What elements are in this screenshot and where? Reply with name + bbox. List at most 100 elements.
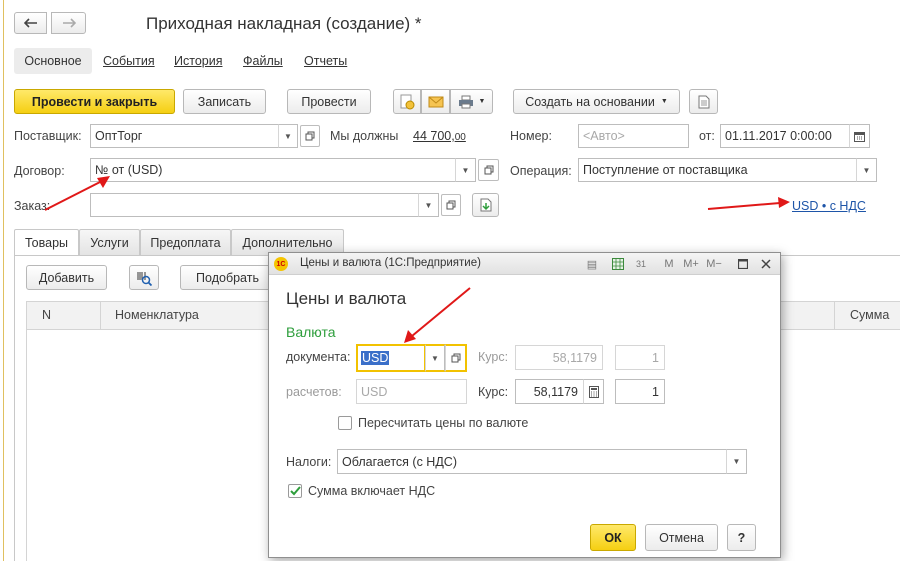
printer-icon: [458, 95, 473, 108]
recalc-prices-checkbox[interactable]: [338, 416, 352, 430]
order-open-button[interactable]: [441, 194, 461, 216]
memory-plus-icon[interactable]: M+: [683, 256, 699, 272]
print-preview-icon[interactable]: ▤: [584, 256, 600, 272]
column-header-sum[interactable]: Сумма: [850, 308, 889, 322]
calendar-icon[interactable]: 31: [633, 256, 649, 272]
fill-by-order-button[interactable]: [472, 193, 499, 217]
number-label: Номер:: [510, 129, 552, 143]
calendar-icon: [854, 131, 865, 142]
tab-goods[interactable]: Товары: [14, 229, 79, 256]
column-header-n[interactable]: N: [42, 308, 51, 322]
contract-open-button[interactable]: [478, 159, 499, 181]
supplier-open-button[interactable]: [300, 125, 320, 147]
taxes-field[interactable]: Облагается (с НДС): [337, 449, 727, 474]
search-barcode-button[interactable]: [129, 265, 159, 290]
create-based-on-button[interactable]: Создать на основании ▼: [513, 89, 680, 114]
operation-field[interactable]: Поступление от поставщика: [578, 158, 857, 182]
tab-prepayment-label: Предоплата: [150, 235, 221, 250]
currency-group-title: Валюта: [286, 324, 336, 340]
chevron-down-icon: ▼: [478, 98, 486, 105]
document-info-button[interactable]: [689, 89, 718, 114]
vat-included-checkbox[interactable]: [288, 484, 302, 498]
operation-label: Операция:: [510, 164, 572, 178]
save-button[interactable]: Записать: [183, 89, 266, 114]
dialog-window-title: Цены и валюта (1С:Предприятие): [300, 257, 481, 269]
forward-button[interactable]: [51, 12, 86, 34]
doc-multiplicity-field[interactable]: 1: [615, 345, 665, 370]
nav-tab-history[interactable]: История: [174, 54, 222, 68]
order-dropdown-button[interactable]: ▼: [418, 193, 439, 217]
tab-goods-label: Товары: [25, 236, 68, 250]
we-owe-label: Мы должны: [330, 129, 399, 143]
contract-field[interactable]: № от (USD): [90, 158, 456, 182]
calendar-button[interactable]: [849, 124, 870, 148]
doc-rate-field[interactable]: 58,1179: [515, 345, 603, 370]
supplier-dropdown-button[interactable]: ▼: [278, 124, 298, 148]
nav-tab-reports[interactable]: Отчеты: [304, 54, 347, 68]
doc-currency-field[interactable]: USD: [356, 344, 426, 372]
number-field[interactable]: <Авто>: [578, 124, 689, 148]
we-owe-amount-link[interactable]: 44 700,00: [413, 129, 466, 143]
settle-rate-calculator-button[interactable]: [583, 379, 604, 404]
document-clock-icon: [400, 94, 415, 109]
doc-currency-open-button[interactable]: [445, 344, 467, 372]
cancel-button[interactable]: Отмена: [645, 524, 718, 551]
contract-dropdown-button[interactable]: ▼: [455, 158, 476, 182]
dialog-header: Цены и валюта: [286, 289, 407, 308]
send-email-button[interactable]: [421, 89, 450, 114]
operation-dropdown-button[interactable]: ▼: [856, 158, 877, 182]
print-button[interactable]: ▼: [450, 89, 493, 114]
supplier-field[interactable]: ОптТорг: [90, 124, 279, 148]
column-divider: [834, 302, 835, 329]
column-header-nomenclature[interactable]: Номенклатура: [115, 308, 199, 322]
nav-tab-events[interactable]: События: [103, 54, 155, 68]
ok-button[interactable]: ОК: [590, 524, 636, 551]
dialog-titlebar: 1С Цены и валюта (1С:Предприятие) ▤ 31 M…: [269, 253, 780, 275]
maximize-icon[interactable]: [735, 256, 751, 272]
memory-minus-icon[interactable]: M−: [706, 256, 722, 272]
pick-items-button[interactable]: Подобрать: [180, 265, 275, 290]
back-button[interactable]: [14, 12, 47, 34]
date-field[interactable]: 01.11.2017 0:00:00: [720, 124, 850, 148]
settle-currency-field[interactable]: USD: [356, 379, 467, 404]
we-owe-amount: 44 700,: [413, 129, 455, 143]
doc-currency-value: USD: [361, 351, 390, 365]
post-button[interactable]: Провести: [287, 89, 371, 114]
doc-currency-dropdown-button[interactable]: ▼: [425, 344, 445, 372]
chevron-down-icon: ▼: [284, 131, 292, 141]
spreadsheet-icon[interactable]: [610, 256, 626, 272]
supplier-label: Поставщик:: [14, 129, 82, 143]
column-divider: [100, 302, 101, 329]
chevron-down-icon: ▼: [862, 165, 871, 175]
order-field[interactable]: [90, 193, 419, 217]
tab-prepayment[interactable]: Предоплата: [140, 229, 231, 255]
memory-m-icon[interactable]: M: [661, 256, 677, 272]
doc-rate-label: Курс:: [478, 350, 509, 364]
table-left-border: [26, 301, 27, 561]
doc-currency-label: документа:: [286, 350, 351, 364]
annotation-arrow-currency-link: [707, 197, 790, 210]
add-row-button[interactable]: Добавить: [26, 265, 107, 290]
nav-tab-main[interactable]: Основное: [14, 48, 92, 74]
open-window-icon: [484, 165, 493, 175]
help-button[interactable]: ?: [727, 524, 756, 551]
app-logo-icon: 1С: [274, 257, 288, 271]
vat-included-label: Сумма включает НДС: [308, 484, 436, 498]
nav-tab-files[interactable]: Файлы: [243, 54, 283, 68]
post-and-close-button[interactable]: Провести и закрыть: [14, 89, 175, 114]
fill-document-icon: [480, 198, 491, 212]
chevron-down-icon: ▼: [461, 165, 470, 175]
prices-currency-dialog: 1С Цены и валюта (1С:Предприятие) ▤ 31 M…: [268, 252, 781, 558]
report-structure-button[interactable]: [393, 89, 421, 114]
chevron-down-icon: ▼: [431, 353, 439, 363]
settle-multiplicity-field[interactable]: 1: [615, 379, 665, 404]
currency-link[interactable]: USD • с НДС: [792, 199, 866, 213]
chevron-down-icon: ▼: [424, 200, 433, 210]
order-label: Заказ:: [14, 199, 51, 213]
close-icon[interactable]: [758, 256, 774, 272]
we-owe-kopecks: 00: [454, 132, 466, 143]
settle-rate-field[interactable]: 58,1179: [515, 379, 584, 404]
envelope-icon: [428, 96, 443, 107]
tab-services[interactable]: Услуги: [79, 229, 140, 255]
taxes-dropdown-button[interactable]: ▼: [726, 449, 747, 474]
